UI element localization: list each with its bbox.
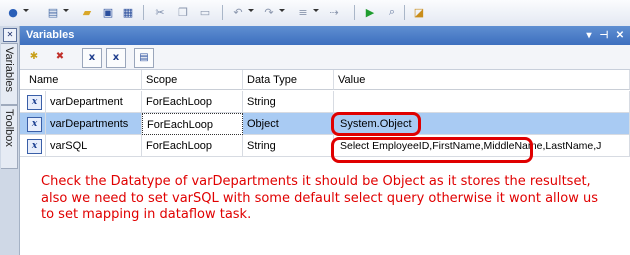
close-icon[interactable]: ✕ — [613, 26, 627, 45]
variable-name[interactable]: varDepartments — [46, 113, 142, 135]
add-variable-icon[interactable]: ✱ — [25, 48, 43, 66]
variable-data-type[interactable]: Object — [243, 113, 334, 135]
variable-scope[interactable]: ForEachLoop — [142, 113, 243, 135]
side-dock: ✕ Variables Toolbox — [0, 26, 20, 255]
variable-data-type[interactable]: String — [243, 91, 334, 113]
variables-toolbar: ✱ ✖ x x ▤ — [20, 45, 630, 70]
navigate-icon[interactable]: ≡ — [294, 3, 312, 21]
window-position-icon[interactable]: ▾ — [582, 26, 596, 45]
toolbox-dock-tab[interactable]: Toolbox — [1, 105, 18, 169]
save-icon[interactable]: ▣ — [99, 3, 117, 21]
delete-variable-icon[interactable]: ✖ — [51, 48, 69, 66]
highlight-ring-object-value — [331, 112, 421, 136]
table-row[interactable]: x varDepartments ForEachLoop Object Syst… — [20, 113, 630, 135]
variable-data-type[interactable]: String — [243, 135, 334, 157]
column-header-value[interactable]: Value — [334, 70, 630, 90]
cut-icon[interactable]: ✂ — [151, 3, 169, 21]
auto-hide-pin-icon[interactable]: ⊣ — [597, 26, 611, 45]
column-header-data-type[interactable]: Data Type — [243, 70, 334, 90]
column-header-name[interactable]: Name — [20, 70, 142, 90]
panel-title-bar: Variables ▾ ⊣ ✕ — [20, 26, 630, 45]
panel-title: Variables — [26, 29, 75, 41]
main-toolbar: ● ▤ ▰ ▣ ▦ ✂ ❐ ▭ ↶ ↷ ≡ ⇢ ▶ ⌕ ◪ — [0, 0, 630, 27]
variables-dock-tab[interactable]: Variables — [1, 43, 18, 105]
variable-value[interactable] — [334, 91, 630, 113]
paste-icon[interactable]: ▭ — [196, 3, 214, 21]
table-row[interactable]: x varDepartment ForEachLoop String — [20, 91, 630, 113]
variables-dock-tab-label: Variables — [3, 47, 15, 93]
open-folder-icon[interactable]: ▰ — [78, 3, 96, 21]
variable-scope[interactable]: ForEachLoop — [142, 135, 243, 157]
properties-icon[interactable]: ◪ — [410, 3, 428, 21]
variable-scope[interactable]: ForEachLoop — [142, 91, 243, 113]
column-header-scope[interactable]: Scope — [142, 70, 243, 90]
variables-pane-icon[interactable]: ✕ — [3, 28, 17, 42]
add-item-icon[interactable]: ● — [4, 3, 22, 21]
variable-name[interactable]: varDepartment — [46, 91, 142, 113]
highlight-ring-sql-value — [331, 137, 533, 163]
show-system-variables-icon[interactable]: x — [82, 48, 102, 68]
choose-columns-icon[interactable]: ▤ — [134, 48, 154, 68]
redo-icon[interactable]: ↷ — [260, 3, 278, 21]
variable-icon: x — [27, 139, 42, 154]
show-all-variables-icon[interactable]: x — [106, 48, 126, 68]
navigate-forward-icon[interactable]: ⇢ — [325, 3, 343, 21]
save-all-icon[interactable]: ▦ — [119, 3, 137, 21]
variable-icon: x — [27, 95, 42, 110]
variable-name[interactable]: varSQL — [46, 135, 142, 157]
annotation-note: Check the Datatype of varDepartments it … — [41, 174, 598, 222]
copy-icon[interactable]: ❐ — [174, 3, 192, 21]
find-icon[interactable]: ⌕ — [383, 3, 401, 21]
new-project-icon[interactable]: ▤ — [44, 3, 62, 21]
table-row[interactable]: x varSQL ForEachLoop String Select Emplo… — [20, 135, 630, 157]
toolbox-dock-tab-label: Toolbox — [3, 109, 15, 147]
undo-icon[interactable]: ↶ — [229, 3, 247, 21]
variable-icon: x — [27, 117, 42, 132]
start-debugging-icon[interactable]: ▶ — [361, 3, 379, 21]
